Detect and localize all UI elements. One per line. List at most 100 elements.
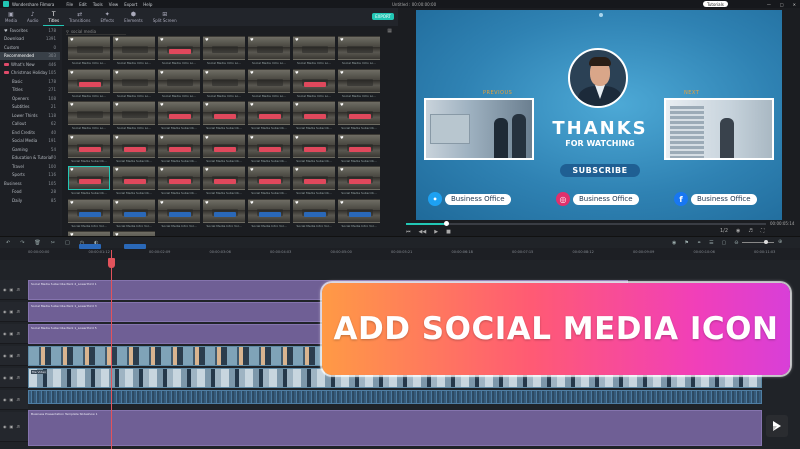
- favorite-icon[interactable]: ♥: [115, 200, 119, 205]
- eye-icon[interactable]: ◉: [3, 375, 7, 380]
- title-thumbnail[interactable]: ♥ Social Media Intro Lo...: [203, 68, 245, 101]
- title-thumbnail[interactable]: ♥ Social Media Intro Lo...: [68, 68, 110, 101]
- undo-icon[interactable]: ↶: [6, 240, 10, 246]
- title-thumbnail[interactable]: ♥ Social Media Subscrib...: [248, 166, 290, 198]
- sidebar-item[interactable]: Daily 85: [0, 196, 60, 205]
- menu-tools[interactable]: Tools: [93, 2, 103, 7]
- lock-icon[interactable]: ▣: [10, 309, 14, 314]
- title-thumbnail[interactable]: ♥ Social Media Subscrib...: [293, 166, 335, 198]
- title-thumbnail[interactable]: ♥ Social Media Intro Lo...: [158, 36, 200, 68]
- favorite-icon[interactable]: ♥: [70, 167, 74, 172]
- timeline-ruler[interactable]: 00:00:00:00 00:00:01:12 00:00:02:09 00:00:0…: [0, 248, 800, 260]
- favorite-icon[interactable]: ♥: [160, 37, 164, 42]
- menu-view[interactable]: View: [109, 2, 119, 7]
- title-thumbnail[interactable]: ♥ Social Media Subscrib...: [113, 166, 155, 198]
- title-thumbnail[interactable]: ♥ Social Media Subscrib...: [338, 101, 380, 133]
- tab-effects[interactable]: ✦ Effects: [95, 8, 119, 26]
- mute-icon[interactable]: ♬: [16, 375, 20, 380]
- menu-file[interactable]: File: [66, 2, 73, 7]
- tab-media[interactable]: ▣ Media: [0, 8, 22, 26]
- sidebar-item[interactable]: Christmas Holiday 105: [0, 69, 60, 78]
- title-thumbnail[interactable]: ♥ Social Media Intro Lo...: [338, 68, 380, 101]
- title-thumbnail[interactable]: ♥ Social Media Intro Lo...: [293, 36, 335, 68]
- search-input[interactable]: social media: [71, 29, 96, 34]
- eye-icon[interactable]: ◉: [3, 309, 7, 314]
- minimize-icon[interactable]: —: [767, 2, 771, 7]
- mute-icon[interactable]: ♬: [16, 309, 20, 314]
- favorite-icon[interactable]: ♥: [250, 70, 254, 75]
- favorite-icon[interactable]: ♥: [115, 232, 119, 237]
- zoom-handle[interactable]: [764, 240, 768, 244]
- menu-help[interactable]: Help: [143, 2, 152, 7]
- favorite-icon[interactable]: ♥: [340, 135, 344, 140]
- favorite-icon[interactable]: ♥: [70, 37, 74, 42]
- prev-frame-icon[interactable]: ◀◀: [419, 229, 427, 235]
- eye-icon[interactable]: ◉: [3, 287, 7, 292]
- title-thumbnail[interactable]: ♥ Social Media Intro Vol...: [203, 198, 245, 231]
- title-thumbnail[interactable]: ♥ Social Media Subscrib...: [203, 166, 245, 198]
- sidebar-item[interactable]: Travel 100: [0, 162, 60, 171]
- sidebar-item[interactable]: End Credits 40: [0, 128, 60, 137]
- favorite-icon[interactable]: ♥: [205, 200, 209, 205]
- favorite-icon[interactable]: ♥: [205, 102, 209, 107]
- favorite-icon[interactable]: ♥: [205, 70, 209, 75]
- favorite-icon[interactable]: ♥: [250, 37, 254, 42]
- title-thumbnail[interactable]: ♥ Social Media Subscrib...: [338, 133, 380, 166]
- eye-icon[interactable]: ◉: [3, 424, 7, 429]
- favorite-icon[interactable]: ♥: [70, 102, 74, 107]
- favorite-icon[interactable]: ♥: [250, 167, 254, 172]
- title-thumbnail[interactable]: ♥ Social Media Intro Lo...: [113, 36, 155, 68]
- sidebar-item[interactable]: Recommended 303: [0, 51, 60, 60]
- title-thumbnail[interactable]: ♥ Social Media Subscrib...: [68, 166, 110, 198]
- favorite-icon[interactable]: ♥: [340, 37, 344, 42]
- title-thumbnail[interactable]: ♥ Social Media Intro Lo...: [158, 68, 200, 101]
- title-thumbnail[interactable]: ♥ Social Media Subscrib...: [203, 101, 245, 133]
- tab-split-screen[interactable]: ⊞ Split Screen: [148, 8, 182, 26]
- favorite-icon[interactable]: ♥: [295, 167, 299, 172]
- lock-icon[interactable]: ▣: [10, 424, 14, 429]
- menu-export[interactable]: Export: [124, 2, 137, 7]
- title-thumbnail[interactable]: ♥ Social Media Subscrib...: [248, 101, 290, 133]
- title-thumbnail[interactable]: ♥ Social Media Subscrib...: [338, 166, 380, 198]
- title-thumbnail[interactable]: ♥ Social Media Intro Lo...: [68, 101, 110, 133]
- redo-icon[interactable]: ↷: [20, 240, 24, 246]
- sidebar-item[interactable]: Social Media 191: [0, 137, 60, 146]
- favorite-icon[interactable]: ♥: [70, 135, 74, 140]
- title-thumbnail[interactable]: ♥ Social Media Intro Lo...: [248, 68, 290, 101]
- title-thumbnail[interactable]: ♥ Social Media Subscrib...: [293, 133, 335, 166]
- title-thumbnail[interactable]: ♥ Social Media Intro Vol...: [293, 198, 335, 231]
- crop-icon[interactable]: □: [65, 240, 70, 246]
- eye-icon[interactable]: ◉: [3, 397, 7, 402]
- sidebar-item[interactable]: Food 28: [0, 188, 60, 197]
- favorite-icon[interactable]: ♥: [340, 70, 344, 75]
- sidebar-item[interactable]: Custom 0: [0, 43, 60, 52]
- sidebar-item[interactable]: Titles 271: [0, 86, 60, 95]
- favorite-icon[interactable]: ♥: [295, 102, 299, 107]
- favorite-icon[interactable]: ♥: [295, 200, 299, 205]
- tutorials-button[interactable]: Tutorials: [703, 1, 728, 7]
- export-button[interactable]: EXPORT: [372, 13, 394, 20]
- title-thumbnail[interactable]: ♥ Social Media Intro Vol...: [113, 198, 155, 231]
- sidebar-item[interactable]: Lower Thirds 118: [0, 111, 60, 120]
- delete-icon[interactable]: 🗑: [34, 240, 40, 246]
- title-thumbnail[interactable]: ♥ Social Media Intro Vol...: [338, 198, 380, 231]
- zoom-in-icon[interactable]: ⊕: [778, 239, 782, 245]
- tab-audio[interactable]: ♪ Audio: [22, 8, 43, 26]
- ratio-select[interactable]: 1/2: [720, 228, 728, 234]
- favorite-icon[interactable]: ♥: [115, 70, 119, 75]
- sidebar-item[interactable]: Education & Tutorial 70: [0, 154, 60, 163]
- fullscreen-icon[interactable]: ⛶: [761, 228, 765, 234]
- title-thumbnail[interactable]: ♥ Social Media Intro Lo...: [113, 101, 155, 133]
- sidebar-item[interactable]: Sports 116: [0, 171, 60, 180]
- search-field[interactable]: ⚲ social media: [66, 28, 126, 35]
- title-thumbnail[interactable]: ♥ Social Media Intro Lo...: [203, 36, 245, 68]
- close-icon[interactable]: ✕: [793, 2, 796, 7]
- favorite-icon[interactable]: ♥: [160, 200, 164, 205]
- cut-icon[interactable]: ✂: [51, 240, 55, 246]
- snapshot-icon[interactable]: ◉: [736, 228, 740, 234]
- stop-icon[interactable]: ■: [446, 229, 451, 235]
- favorite-icon[interactable]: ♥: [340, 200, 344, 205]
- title-thumbnail[interactable]: ♥ Social Media Subscrib...: [158, 166, 200, 198]
- sidebar-item[interactable]: Download 1391: [0, 35, 60, 44]
- favorite-icon[interactable]: ♥: [70, 200, 74, 205]
